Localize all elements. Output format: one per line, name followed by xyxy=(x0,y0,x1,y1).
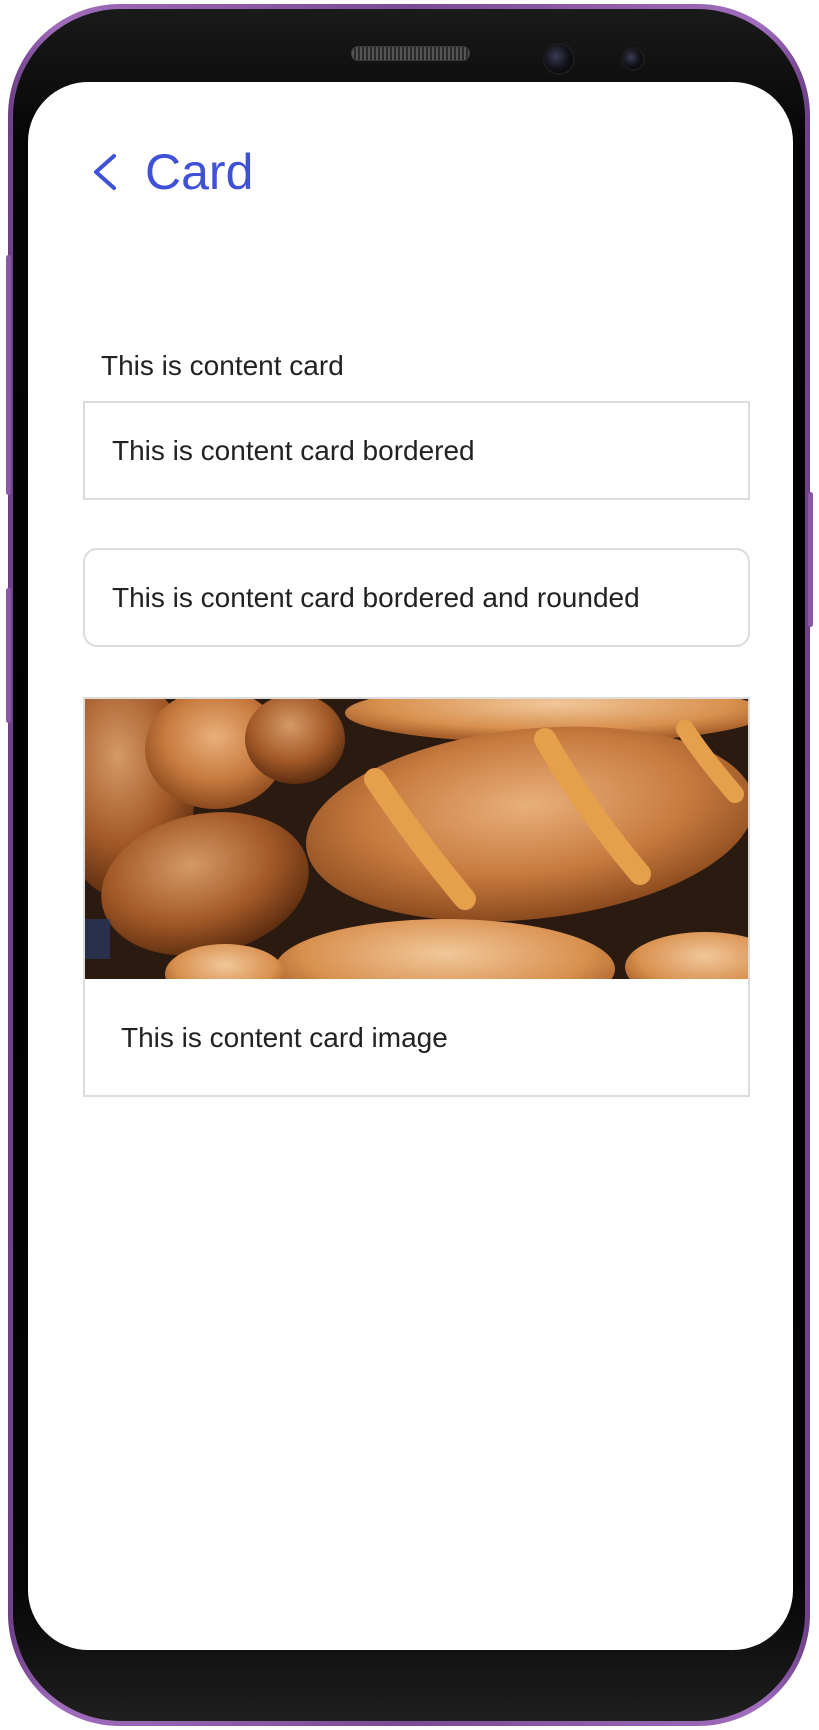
content-card-image: This is content card image xyxy=(83,697,750,1097)
earpiece-speaker xyxy=(351,46,470,61)
front-sensor xyxy=(621,47,645,71)
side-button-left-top xyxy=(6,255,11,495)
card-image-bread xyxy=(85,699,748,979)
content-card-bordered: This is content card bordered xyxy=(83,401,750,500)
app-screen: Card This is content card This is conten… xyxy=(28,82,793,1650)
side-button-right xyxy=(808,492,813,627)
content-card-bordered-text: This is content card bordered xyxy=(112,434,475,466)
chevron-left-icon xyxy=(94,154,116,190)
bread-photo xyxy=(85,699,748,979)
content-card: This is content card xyxy=(83,320,749,412)
front-camera xyxy=(543,43,575,75)
content-card-bordered-rounded: This is content card bordered and rounde… xyxy=(83,548,750,647)
content-card-text: This is content card xyxy=(101,350,344,381)
back-button[interactable] xyxy=(88,152,122,192)
content-card-image-text: This is content card image xyxy=(121,1022,448,1053)
content-card-rounded-text: This is content card bordered and rounde… xyxy=(112,581,640,613)
side-button-left-bottom xyxy=(6,588,11,723)
page-title: Card xyxy=(145,144,254,200)
card-image-caption: This is content card image xyxy=(121,981,448,1095)
